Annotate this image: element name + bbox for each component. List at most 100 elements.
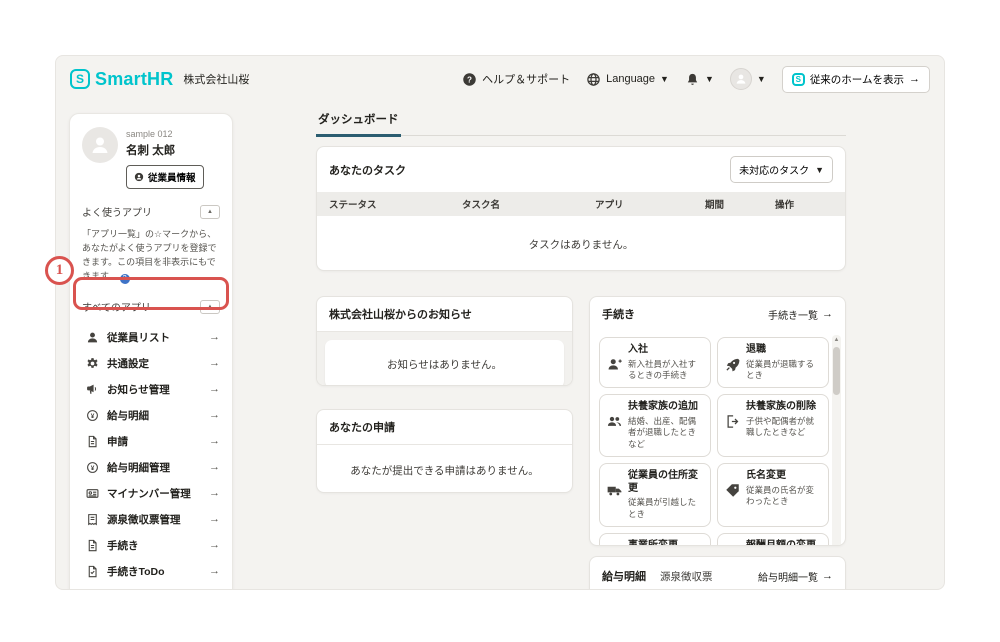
chevron-down-icon: ▼ [704,74,714,84]
sidebar-item-label: 申請 [107,435,128,448]
document-icon [86,435,99,448]
sidebar-item-submitted-documents[interactable]: 届出書類 → [70,584,232,589]
megaphone-icon [86,383,99,396]
procedures-title: 手続き [602,309,635,321]
sidebar-item-label: 手続きToDo [107,565,165,578]
smarthr-logo-text: SmartHR [95,68,174,89]
help-support-link[interactable]: ? ヘルプ＆サポート [462,71,570,87]
procedure-card-title: 退職 [746,344,766,355]
language-menu[interactable]: Language ▼ [586,72,669,87]
task-filter-dropdown[interactable]: 未対応のタスク ▼ [730,156,833,183]
procedure-card-title: 入社 [628,344,648,355]
rocket-icon [725,344,741,381]
profile-card: sample 012 名刺 太郎 従業員情報 [70,127,232,189]
sidebar-item-employee-list[interactable]: 従業員リスト → [70,324,232,350]
globe-icon [586,72,601,87]
procedures-header: 手続き 手続き一覧 → [590,297,845,331]
procedure-card-address-change[interactable]: 従業員の住所変更 従業員が引越したとき [599,463,711,528]
scrollbar-thumb[interactable] [833,347,840,395]
favorites-title: よく使うアプリ [82,208,152,219]
profile-texts: sample 012 名刺 太郎 従業員情報 [126,127,204,189]
procedure-card-name-change[interactable]: 氏名変更 従業員の氏名が変わったとき [717,463,829,528]
applications-panel: あなたの申請 あなたが提出できる申請はありません。 [316,409,573,493]
tab-payslips[interactable]: 給与明細 [602,568,646,584]
svg-text:¥: ¥ [91,465,95,472]
sidebar-item-label: 給与明細 [107,409,149,422]
tag-icon [725,470,741,520]
column-app: アプリ [595,200,624,211]
document-icon [86,539,99,552]
sidebar-item-payslip-admin[interactable]: ¥ 給与明細管理 → [70,454,232,480]
procedures-scrollbar[interactable]: ▲ ▼ [832,335,841,545]
sidebar-item-procedures[interactable]: 手続き → [70,532,232,558]
procedure-card-title: 従業員の住所変更 [628,470,698,494]
applications-title: あなたの申請 [329,422,395,434]
payslips-list-link[interactable]: 給与明細一覧 → [758,569,833,584]
yen-coin-icon: ¥ [86,461,99,474]
annotation-step-number: 1 [45,256,74,285]
procedure-card-add-dependent[interactable]: 扶養家族の追加 結婚、出産、配偶者が退職したときなど [599,394,711,458]
legacy-home-label: 従来のホームを表示 [809,73,904,86]
document-check-icon [86,565,99,578]
procedure-card-join[interactable]: 入社 新入社員が入社するときの手続き [599,337,711,389]
arrow-right-icon: → [209,383,220,396]
sidebar-item-common-settings[interactable]: 共通設定 → [70,350,232,376]
sidebar-item-label: お知らせ管理 [107,383,170,396]
sidebar-item-payslip[interactable]: ¥ 給与明細 → [70,402,232,428]
arrow-right-icon: → [209,461,220,474]
sidebar-item-label: 手続き [107,539,139,552]
account-menu[interactable]: ▼ [729,68,766,90]
arrow-right-icon: → [209,435,220,448]
procedures-panel: 手続き 手続き一覧 → 入社 新入社員が入社するときの手続き 退職 従業員が退職… [589,296,846,546]
svg-text:¥: ¥ [91,413,95,420]
sidebar-item-withholding-admin[interactable]: 源泉徴収票管理 → [70,506,232,532]
procedure-card-desc: 新入社員が入社するときの手続き [628,358,697,380]
arrow-right-icon: → [209,539,220,552]
sidebar-item-applications[interactable]: 申請 → [70,428,232,454]
chevron-down-icon: ▼ [660,74,669,84]
scroll-up-icon[interactable]: ▲ [832,335,841,345]
employee-info-button[interactable]: 従業員情報 [126,165,204,189]
info-icon[interactable]: ? [119,274,130,285]
smarthr-logo[interactable]: S SmartHR [70,69,173,90]
favorites-collapse-button[interactable]: ▲ [200,204,220,219]
main-tab-bar: ダッシュボード [316,111,846,137]
language-label: Language [606,73,656,85]
all-apps-title: すべてのアプリ [82,303,151,315]
chevron-down-icon: ▼ [815,164,824,175]
person-icon [134,172,144,182]
announcements-body: お知らせはありません。 [317,332,572,385]
profile-name: 名刺 太郎 [126,145,176,157]
procedure-card-remove-dependent[interactable]: 扶養家族の削除 子供や配偶者が就職したときなど [717,394,829,458]
sidebar-item-mynumber-admin[interactable]: マイナンバー管理 → [70,480,232,506]
sidebar-item-procedures-todo[interactable]: 手続きToDo → [70,558,232,584]
procedures-list-link[interactable]: 手続き一覧 → [768,307,833,322]
help-icon: ? [462,72,477,87]
employee-info-label: 従業員情報 [148,173,196,184]
sidebar-item-label: 給与明細管理 [107,461,170,474]
applications-header: あなたの申請 [317,410,572,445]
arrow-right-icon: → [909,73,920,85]
legacy-home-button[interactable]: S 従来のホームを表示 → [781,65,930,93]
building-icon [607,540,623,545]
all-apps-collapse-button[interactable]: ▲ [200,299,220,314]
sidebar-item-announcements[interactable]: お知らせ管理 → [70,376,232,402]
sidebar-item-label: 源泉徴収票管理 [107,513,181,526]
tab-withholding-slip[interactable]: 源泉徴収票 [660,569,713,584]
tab-dashboard[interactable]: ダッシュボード [316,111,401,137]
notifications-menu[interactable]: ▼ [685,72,714,87]
favorites-description: 「アプリ一覧」の☆マークから、あなたがよく使うアプリを登録できます。この項目を非… [70,228,232,285]
help-support-label: ヘルプ＆サポート [482,74,571,86]
announcements-title: 株式会社山桜からのお知らせ [329,309,472,321]
procedure-card-leave[interactable]: 退職 従業員が退職するとき [717,337,829,389]
procedure-card-title: 氏名変更 [746,470,786,482]
procedure-card-title: 報酬月額の変更 [746,540,816,546]
bell-icon [685,72,700,87]
announcements-empty-message: お知らせはありません。 [325,340,564,385]
person-icon [86,331,99,344]
arrow-right-icon: → [209,565,220,578]
procedure-card-office-change[interactable]: 事業所変更 雇用保険被保険者転勤届を作成するとき [599,533,711,545]
profile-avatar [82,127,118,163]
procedure-card-salary-change[interactable]: ¥ 報酬月額の変更 被保険者報酬月額変更届を作成するとき [717,533,829,546]
exit-door-icon [725,401,741,450]
